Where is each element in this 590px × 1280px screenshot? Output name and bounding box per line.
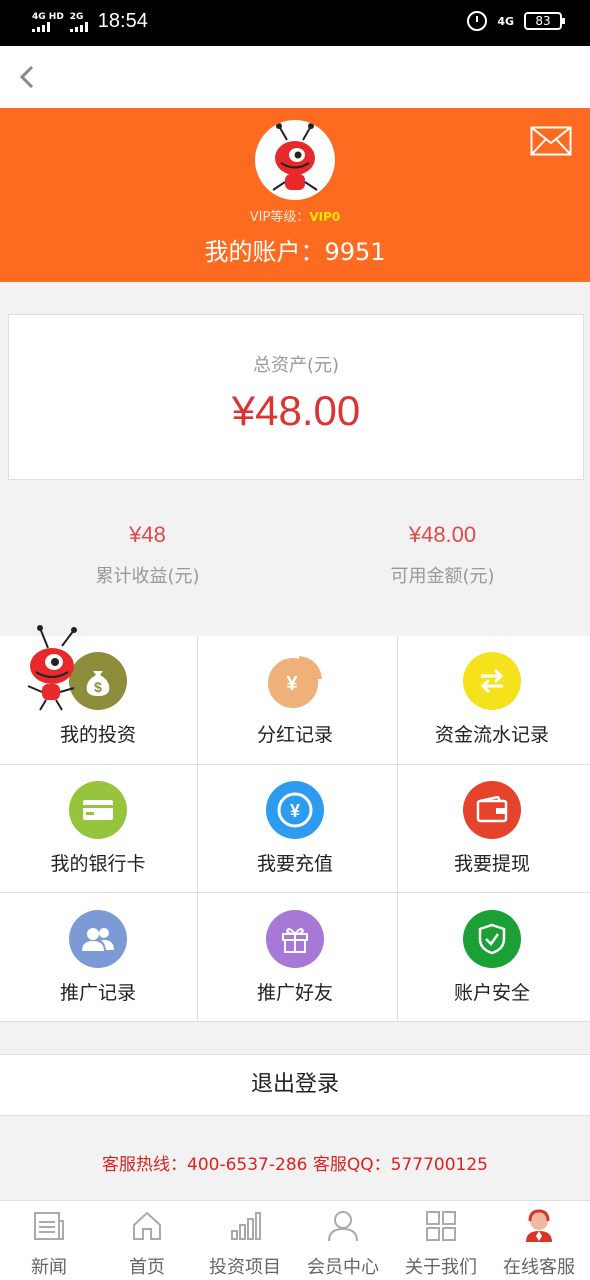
grid-item-fund-flow[interactable]: 资金流水记录 <box>394 636 590 764</box>
customer-hotline: 客服热线：400-6537-286 客服QQ：577700125 <box>102 1155 488 1175</box>
ant-mascot-icon <box>272 123 318 191</box>
tab-home[interactable]: 首页 <box>98 1201 196 1280</box>
total-asset-value: ¥48.00 <box>231 387 361 434</box>
grid-item-dividend-records[interactable]: ¥ 分红记录 <box>197 636 393 764</box>
news-icon <box>34 1212 64 1240</box>
battery-icon: 83 <box>524 12 565 30</box>
stat-value: ¥48 <box>129 522 166 547</box>
grid-icon <box>426 1211 456 1241</box>
total-asset-label: 总资产(元) <box>252 355 340 376</box>
grid-item-label: 推广好友 <box>256 982 333 1004</box>
floating-mascot-icon[interactable] <box>22 622 94 712</box>
recharge-icon: ¥ <box>266 781 324 839</box>
grid-item-promotion-records[interactable]: 推广记录 <box>0 894 196 1022</box>
grid-item-label: 我要提现 <box>453 853 530 875</box>
vip-level: VIP等级：VIP0 <box>0 206 590 225</box>
wallet-icon <box>463 781 521 839</box>
tab-label: 投资项目 <box>209 1257 281 1278</box>
grid-item-label: 资金流水记录 <box>434 724 549 746</box>
pie-chart-icon: ¥ <box>266 652 324 710</box>
grid-divider <box>0 764 590 765</box>
stat-label: 累计收益(元) <box>95 566 200 587</box>
status-bar: 4G HD 2G 18:54 4G 83 <box>0 0 590 46</box>
signal-icon-2: 2G <box>69 11 88 32</box>
grid-divider <box>0 892 590 893</box>
grid-item-withdraw[interactable]: 我要提现 <box>394 765 590 893</box>
bar-chart-icon <box>231 1212 261 1240</box>
grid-item-label: 我要充值 <box>256 853 333 875</box>
grid-item-invite-friends[interactable]: 推广好友 <box>197 894 393 1022</box>
grid-item-label: 推广记录 <box>59 982 136 1004</box>
avatar[interactable] <box>255 120 335 200</box>
user-icon <box>328 1211 358 1242</box>
vip-level-value: VIP0 <box>309 210 341 224</box>
vip-label: VIP等级： <box>249 210 310 225</box>
grid-divider <box>397 636 398 1022</box>
svg-text:¥: ¥ <box>286 673 298 695</box>
profile-header: VIP等级：VIP0 我的账户：9951 <box>0 108 590 282</box>
stat-label: 可用金额(元) <box>390 566 495 587</box>
back-arrow-icon[interactable] <box>16 64 40 90</box>
tab-member-center[interactable]: 会员中心 <box>294 1201 392 1280</box>
users-icon <box>69 910 127 968</box>
signal-icon: 4G HD <box>32 12 64 32</box>
account-title: 我的账户：9951 <box>204 238 386 266</box>
mail-icon[interactable] <box>530 126 572 156</box>
tab-news[interactable]: 新闻 <box>0 1201 98 1280</box>
service-icon <box>526 1209 552 1242</box>
stat-cumulative-income: ¥48 累计收益(元) <box>0 522 295 588</box>
tab-label: 在线客服 <box>503 1257 575 1278</box>
grid-item-bank-card[interactable]: 我的银行卡 <box>0 765 196 893</box>
top-nav <box>0 46 590 108</box>
tab-label: 新闻 <box>31 1257 67 1278</box>
home-icon <box>133 1211 161 1240</box>
network-type-2: 2G <box>69 11 84 22</box>
clock: 18:54 <box>97 10 148 32</box>
grid-divider <box>0 1021 590 1022</box>
grid-item-recharge[interactable]: ¥ 我要充值 <box>197 765 393 893</box>
svg-text:$: $ <box>94 679 102 695</box>
stat-value: ¥48.00 <box>408 522 477 547</box>
alarm-icon <box>467 11 488 31</box>
svg-text:¥: ¥ <box>290 801 300 821</box>
grid-item-label: 分红记录 <box>256 724 333 746</box>
grid-item-label: 账户安全 <box>453 982 530 1004</box>
tab-investment-projects[interactable]: 投资项目 <box>196 1201 294 1280</box>
transfer-icon <box>463 652 521 710</box>
tab-online-service[interactable]: 在线客服 <box>490 1201 588 1280</box>
tab-label: 会员中心 <box>307 1257 379 1278</box>
network-4g: 4G <box>497 14 514 28</box>
gift-icon <box>266 910 324 968</box>
tab-label: 首页 <box>129 1257 165 1278</box>
total-asset-card: 总资产(元) ¥48.00 <box>8 314 584 480</box>
tab-label: 关于我们 <box>405 1257 477 1278</box>
shield-icon <box>463 910 521 968</box>
grid-item-label: 我的投资 <box>59 724 136 746</box>
bottom-tab-bar: 新闻 首页 投资项目 会员中心 关于我们 在线客服 <box>0 1200 590 1280</box>
bank-card-icon <box>69 781 127 839</box>
tab-about-us[interactable]: 关于我们 <box>392 1201 490 1280</box>
logout-button[interactable]: 退出登录 <box>0 1054 590 1116</box>
grid-item-label: 我的银行卡 <box>50 853 146 875</box>
grid-item-account-security[interactable]: 账户安全 <box>394 894 590 1022</box>
network-type: 4G HD <box>32 11 64 22</box>
grid-divider <box>197 636 198 1022</box>
stat-available-balance: ¥48.00 可用金额(元) <box>295 522 590 588</box>
